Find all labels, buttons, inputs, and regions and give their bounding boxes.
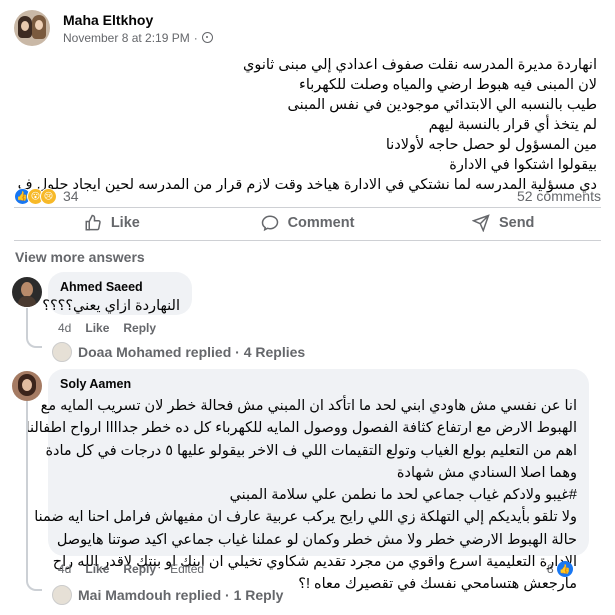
comment-line: الهبوط الارض مع ارتفاع كثافة الفصول ووصو… bbox=[25, 420, 577, 437]
thread-line bbox=[26, 401, 28, 579]
comment-actions: 4d Like Reply Edited bbox=[58, 562, 204, 576]
comment-bubble: Soly Aamen انا عن نفسي مش هاودي ابني لحد… bbox=[25, 369, 589, 592]
comment-bubble: Ahmed Saeed النهاردة ازاي يعني؟؟؟؟ bbox=[42, 272, 192, 317]
thumbs-up-icon bbox=[85, 214, 101, 231]
view-more-answers-link[interactable]: View more answers bbox=[15, 249, 145, 265]
replied-text: Mai Mamdouh replied · 1 Reply bbox=[78, 587, 284, 603]
comments-count[interactable]: 52 comments bbox=[517, 188, 601, 204]
commenter-name[interactable]: Soly Aamen bbox=[60, 377, 577, 391]
comment-like-button[interactable]: Like bbox=[85, 562, 109, 576]
thread-curve bbox=[26, 577, 42, 591]
post-meta: November 8 at 2:19 PM · bbox=[63, 31, 213, 45]
post-line: بيقولوا اشتكوا في الادارة bbox=[449, 157, 597, 173]
edited-label: Edited bbox=[170, 562, 205, 576]
send-button[interactable]: Send bbox=[405, 212, 601, 234]
commenter-name[interactable]: Ahmed Saeed bbox=[60, 280, 180, 294]
comment-reaction-count: 8 bbox=[547, 562, 554, 576]
comment-reactions[interactable]: 8 👍 bbox=[547, 561, 573, 577]
replier-avatar bbox=[52, 342, 72, 362]
post-body: انهاردة مديرة المدرسه نقلت صفوف اعدادي إ… bbox=[17, 55, 597, 195]
comment-like-button[interactable]: Like bbox=[85, 321, 109, 335]
view-replies-link[interactable]: Doaa Mohamed replied · 4 Replies bbox=[52, 342, 305, 362]
comment-label: Comment bbox=[287, 215, 355, 231]
comment-reply-button[interactable]: Reply bbox=[123, 562, 156, 576]
comment-line: انا عن نفسي مش هاودي ابني لحد ما اتأكد ا… bbox=[40, 398, 577, 414]
divider bbox=[14, 240, 601, 241]
comment-line: ولا تلقو بأيديكم إلي التهلكة زي اللي راي… bbox=[34, 509, 577, 526]
commenter-avatar[interactable] bbox=[12, 371, 42, 401]
post-header: Maha Eltkhoy November 8 at 2:19 PM · bbox=[14, 10, 213, 46]
divider bbox=[14, 207, 601, 208]
comment-line: #غيبو ولادكم غياب جماعي لحد ما نطمن علي … bbox=[229, 487, 577, 504]
commenter-avatar[interactable] bbox=[12, 277, 42, 307]
comment-line: النهاردة ازاي يعني؟؟؟؟ bbox=[42, 298, 180, 314]
comment-time[interactable]: 4d bbox=[58, 562, 71, 576]
comment-line: اهم من التعليم بولع الغياب وتولع التقيما… bbox=[45, 442, 577, 459]
reaction-count[interactable]: 34 bbox=[63, 188, 79, 204]
globe-icon bbox=[201, 32, 213, 43]
reactions-summary[interactable]: 👍 😮 😢 34 bbox=[14, 187, 79, 205]
post-line: لان المبنى فيه هبوط ارضي والمياه وصلت لل… bbox=[299, 77, 597, 93]
like-label: Like bbox=[110, 215, 140, 231]
post-actions: Like Comment Send bbox=[14, 212, 601, 234]
comment-line: حالة الهبوط الارضي خطر ولا مش خطر وكمان … bbox=[56, 531, 577, 548]
post-line: مين المسؤول لو حصل حاجه لأولادنا bbox=[385, 137, 597, 153]
post-line: لم يتخذ أي قرار بالنسبة ليهم bbox=[428, 117, 597, 133]
comment-text: النهاردة ازاي يعني؟؟؟؟ bbox=[42, 295, 180, 317]
comment-line: وهما اصلا السنادي مش شهادة bbox=[396, 464, 577, 481]
comment-actions: 4d Like Reply bbox=[58, 321, 156, 335]
send-icon bbox=[471, 214, 490, 232]
comment-reply-button[interactable]: Reply bbox=[123, 321, 156, 335]
replier-avatar bbox=[52, 585, 72, 605]
thread-curve bbox=[26, 334, 42, 348]
like-icon: 👍 bbox=[556, 561, 573, 577]
like-button[interactable]: Like bbox=[14, 212, 210, 234]
comment-time[interactable]: 4d bbox=[58, 321, 71, 335]
post-timestamp[interactable]: November 8 at 2:19 PM bbox=[63, 31, 190, 45]
post-line: انهاردة مديرة المدرسه نقلت صفوف اعدادي إ… bbox=[243, 57, 597, 73]
meta-separator: · bbox=[193, 30, 198, 45]
view-replies-link[interactable]: Mai Mamdouh replied · 1 Reply bbox=[52, 585, 283, 605]
comment-button[interactable]: Comment bbox=[210, 212, 406, 234]
author-avatar[interactable] bbox=[14, 10, 50, 46]
post-line: طيب بالنسبه الي الابتدائي موجودين في نفس… bbox=[287, 97, 597, 113]
send-label: Send bbox=[498, 215, 535, 231]
sad-icon: 😢 bbox=[40, 187, 57, 205]
replied-text: Doaa Mohamed replied · 4 Replies bbox=[78, 344, 306, 360]
post-author-name[interactable]: Maha Eltkhoy bbox=[63, 12, 213, 28]
post-stats: 👍 😮 😢 34 52 comments bbox=[14, 186, 601, 206]
comment-icon bbox=[261, 215, 278, 232]
